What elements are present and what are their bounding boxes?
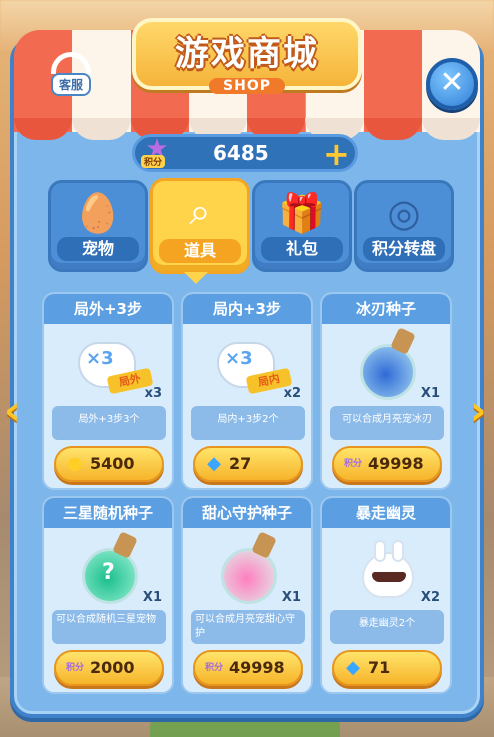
headset-icon xyxy=(51,52,91,74)
shop-title-board: 游戏商城 SHOP xyxy=(132,18,362,94)
item-title: 局外+3步 xyxy=(44,294,172,324)
points-icon: 积分 xyxy=(204,663,223,673)
shop-item-grid: 局外+3步 ×3 局外 x3 局外+3步3个 ● 5400 局内+3步 ×3 局… xyxy=(42,292,452,702)
points-badge-label: 积分 xyxy=(141,155,166,168)
buy-button[interactable]: ◆ 27 xyxy=(193,446,303,482)
item-description: 可以合成随机三星宠物 xyxy=(52,610,166,644)
points-icon: 积分 xyxy=(343,459,362,469)
tab-pets[interactable]: 🥚 宠物 xyxy=(48,180,148,272)
item-quantity: X2 xyxy=(420,590,440,605)
page-title: 游戏商城 xyxy=(175,34,319,74)
buy-button[interactable]: ● 5400 xyxy=(54,446,164,482)
customer-service-label: 客服 xyxy=(50,73,91,96)
tab-label: 宠物 xyxy=(57,237,139,261)
item-title: 甜心守护种子 xyxy=(183,498,311,528)
buy-button[interactable]: 积分 2000 xyxy=(54,650,164,686)
potion-icon: ? xyxy=(68,531,152,604)
shop-item-card[interactable]: 冰刃种子 X1 可以合成月亮宠冰刃 积分 49998 xyxy=(320,292,452,490)
potion-icon xyxy=(346,327,430,400)
item-description: 局内+3步2个 xyxy=(191,406,305,440)
points-balance-bar: ★ 积分 6485 + xyxy=(132,134,358,173)
tab-items[interactable]: ⌕ 道具 xyxy=(150,178,250,274)
item-quantity: X1 xyxy=(420,386,440,401)
item-title: 局内+3步 xyxy=(183,294,311,324)
tab-points-wheel[interactable]: ◎ 积分转盘 xyxy=(354,180,454,272)
page-subtitle: SHOP xyxy=(209,78,285,94)
item-quantity: x3 xyxy=(144,386,162,401)
tab-label: 积分转盘 xyxy=(363,237,445,261)
points-value: 6485 xyxy=(213,141,269,165)
shop-item-card[interactable]: 局内+3步 ×3 局内 x2 局内+3步2个 ◆ 27 xyxy=(181,292,313,490)
item-quantity: X1 xyxy=(281,590,301,605)
ghost-icon xyxy=(346,534,430,604)
shop-item-card[interactable]: 甜心守护种子 X1 可以合成月亮宠甜心守护 积分 49998 xyxy=(181,496,313,694)
buy-button[interactable]: 积分 49998 xyxy=(332,446,442,482)
diamond-icon: ◆ xyxy=(346,657,360,678)
shop-item-card[interactable]: 暴走幽灵 X2 暴走幽灵2个 ◆ 71 xyxy=(320,496,452,694)
buy-button[interactable]: ◆ 71 xyxy=(332,650,442,686)
glove-plus3-icon: ×3 局内 xyxy=(207,330,293,400)
customer-service-button[interactable]: 客服 xyxy=(46,52,96,96)
magnifier-icon: ⌕ xyxy=(189,189,211,233)
prev-page-arrow[interactable]: ‹ xyxy=(4,388,30,434)
tab-label: 道具 xyxy=(159,239,241,263)
item-price: 2000 xyxy=(90,658,135,677)
item-description: 暴走幽灵2个 xyxy=(330,610,444,644)
points-star-icon: ★ 积分 xyxy=(139,136,175,169)
tab-label: 礼包 xyxy=(261,237,343,261)
next-page-arrow[interactable]: › xyxy=(470,388,494,434)
item-description: 可以合成月亮宠冰刃 xyxy=(330,406,444,440)
potion-icon xyxy=(207,531,291,604)
item-quantity: X1 xyxy=(142,590,162,605)
item-price: 71 xyxy=(368,658,391,677)
item-price: 5400 xyxy=(90,454,135,473)
item-description: 可以合成月亮宠甜心守护 xyxy=(191,610,305,644)
shop-item-card[interactable]: 三星随机种子 ? X1 可以合成随机三星宠物 积分 2000 xyxy=(42,496,174,694)
tab-gift-packs[interactable]: 🎁 礼包 xyxy=(252,180,352,272)
coin-icon: ● xyxy=(67,453,83,474)
item-title: 三星随机种子 xyxy=(44,498,172,528)
item-price: 27 xyxy=(229,454,252,473)
wheel-icon: ◎ xyxy=(387,191,421,235)
pet-egg-icon: 🥚 xyxy=(74,191,122,235)
item-description: 局外+3步3个 xyxy=(52,406,166,440)
active-tab-pointer xyxy=(184,272,208,284)
shop-item-card[interactable]: 局外+3步 ×3 局外 x3 局外+3步3个 ● 5400 xyxy=(42,292,174,490)
gift-icon: 🎁 xyxy=(278,191,326,235)
item-quantity: x2 xyxy=(283,386,301,401)
add-points-button[interactable]: + xyxy=(323,135,350,173)
points-icon: 积分 xyxy=(65,663,84,673)
item-price: 49998 xyxy=(368,454,424,473)
close-button[interactable]: ✕ xyxy=(426,58,478,110)
close-icon: ✕ xyxy=(439,65,465,100)
diamond-icon: ◆ xyxy=(207,453,221,474)
buy-button[interactable]: 积分 49998 xyxy=(193,650,303,686)
item-title: 暴走幽灵 xyxy=(322,498,450,528)
item-title: 冰刃种子 xyxy=(322,294,450,324)
item-price: 49998 xyxy=(229,658,285,677)
glove-plus3-icon: ×3 局外 xyxy=(68,330,154,400)
